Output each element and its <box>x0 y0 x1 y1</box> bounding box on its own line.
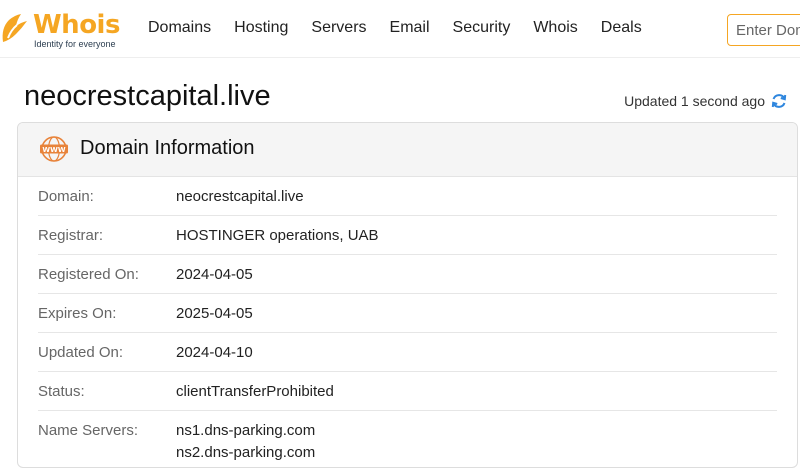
row-value: 2024-04-10 <box>176 344 253 361</box>
updated-status: Updated 1 second ago <box>624 92 788 110</box>
card-header: WWW Domain Information <box>18 123 797 177</box>
top-navigation-bar: Whois Identity for everyone Domains Host… <box>0 0 800 58</box>
domain-info-rows: Domain: neocrestcapital.live Registrar: … <box>18 177 797 467</box>
row-label: Updated On: <box>38 344 124 361</box>
nav-domains[interactable]: Domains <box>148 19 211 37</box>
updated-text: Updated 1 second ago <box>624 93 765 109</box>
domain-information-card: WWW Domain Information Domain: neocrestc… <box>17 122 798 468</box>
row-label: Registrar: <box>38 227 104 244</box>
name-server-2: ns2.dns-parking.com <box>176 444 316 461</box>
row-label: Name Servers: <box>38 422 139 439</box>
nav-email[interactable]: Email <box>390 19 430 37</box>
row-label: Status: <box>38 383 85 400</box>
logo-wordmark: Whois <box>33 10 120 40</box>
nav-servers[interactable]: Servers <box>311 19 366 37</box>
info-row-domain: Domain: neocrestcapital.live <box>38 177 777 216</box>
row-label: Domain: <box>38 188 94 205</box>
row-label: Expires On: <box>38 305 117 322</box>
row-label: Registered On: <box>38 266 139 283</box>
logo-tagline: Identity for everyone <box>34 39 116 49</box>
info-row-updated-on: Updated On: 2024-04-10 <box>38 333 777 372</box>
whois-logo-icon <box>2 14 27 42</box>
nav-security[interactable]: Security <box>453 19 511 37</box>
name-server-1: ns1.dns-parking.com <box>176 422 316 439</box>
svg-text:WWW: WWW <box>42 146 65 154</box>
refresh-icon[interactable] <box>770 92 788 110</box>
page-title: neocrestcapital.live <box>24 80 271 112</box>
main-nav: Domains Hosting Servers Email Security W… <box>148 19 665 37</box>
row-value: 2024-04-05 <box>176 266 253 283</box>
info-row-registered-on: Registered On: 2024-04-05 <box>38 255 777 294</box>
row-value: HOSTINGER operations, UAB <box>176 227 379 244</box>
info-row-registrar: Registrar: HOSTINGER operations, UAB <box>38 216 777 255</box>
row-value: neocrestcapital.live <box>176 188 304 205</box>
site-logo[interactable]: Whois Identity for everyone <box>0 6 130 50</box>
card-title: Domain Information <box>80 137 255 159</box>
www-icon: WWW <box>40 136 68 162</box>
domain-search-input[interactable] <box>727 14 800 46</box>
nav-hosting[interactable]: Hosting <box>234 19 288 37</box>
nav-deals[interactable]: Deals <box>601 19 642 37</box>
info-row-status: Status: clientTransferProhibited <box>38 372 777 411</box>
info-row-expires-on: Expires On: 2025-04-05 <box>38 294 777 333</box>
info-row-name-servers: Name Servers: ns1.dns-parking.com ns2.dn… <box>38 411 777 467</box>
nav-whois[interactable]: Whois <box>533 19 577 37</box>
row-value: 2025-04-05 <box>176 305 253 322</box>
name-server-list: ns1.dns-parking.com ns2.dns-parking.com <box>176 420 315 464</box>
row-value: clientTransferProhibited <box>176 383 334 400</box>
